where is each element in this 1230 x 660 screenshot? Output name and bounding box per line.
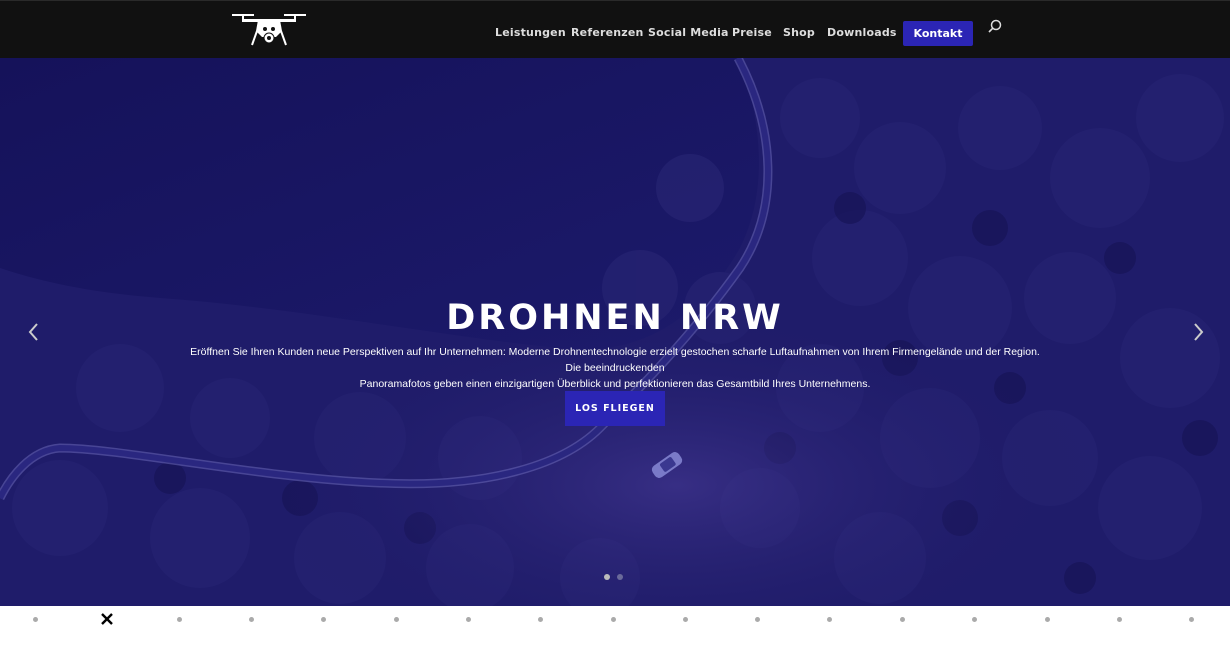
drone-logo-icon[interactable] (230, 11, 308, 49)
strip-dot (755, 617, 760, 622)
nav-item-preise[interactable]: Preise (732, 26, 772, 39)
strip-dot (683, 617, 688, 622)
strip-dot (900, 617, 905, 622)
kontakt-button[interactable]: Kontakt (903, 21, 973, 46)
nav-item-shop[interactable]: Shop (783, 26, 815, 39)
strip-dot (249, 617, 254, 622)
site-header: Leistungen Referenzen Social Media Preis… (0, 0, 1230, 58)
chevron-right-icon[interactable] (1190, 320, 1206, 344)
strip-dot (972, 617, 977, 622)
strip-dot (538, 617, 543, 622)
strip-dot (394, 617, 399, 622)
strip-dot (611, 617, 616, 622)
strip-dot (321, 617, 326, 622)
search-icon[interactable] (987, 19, 1003, 35)
slider-dot-1[interactable] (604, 574, 610, 580)
nav-item-downloads[interactable]: Downloads (827, 26, 897, 39)
strip-dot (466, 617, 471, 622)
hero-title: DROHNEN NRW (446, 298, 784, 338)
strip-dot (1189, 617, 1194, 622)
slider-dot-2[interactable] (617, 574, 623, 580)
nav-item-leistungen[interactable]: Leistungen (495, 26, 566, 39)
nav-item-social-media[interactable]: Social Media (648, 26, 729, 39)
close-icon[interactable] (100, 612, 114, 626)
chevron-left-icon[interactable] (26, 320, 42, 344)
los-fliegen-button[interactable]: LOS FLIEGEN (565, 391, 665, 426)
hero-description-line-1: Eröffnen Sie Ihren Kunden neue Perspekti… (190, 346, 1040, 374)
strip-dot (1045, 617, 1050, 622)
strip-dot (33, 617, 38, 622)
bottom-strip (0, 606, 1230, 660)
strip-dot (827, 617, 832, 622)
strip-dot (1117, 617, 1122, 622)
hero-description-line-2: Panoramafotos geben einen einzigartigen … (359, 378, 871, 390)
hero-description: Eröffnen Sie Ihren Kunden neue Perspekti… (185, 344, 1045, 392)
strip-dot (177, 617, 182, 622)
hero-slider: DROHNEN NRW Eröffnen Sie Ihren Kunden ne… (0, 58, 1230, 606)
nav-item-referenzen[interactable]: Referenzen (571, 26, 644, 39)
